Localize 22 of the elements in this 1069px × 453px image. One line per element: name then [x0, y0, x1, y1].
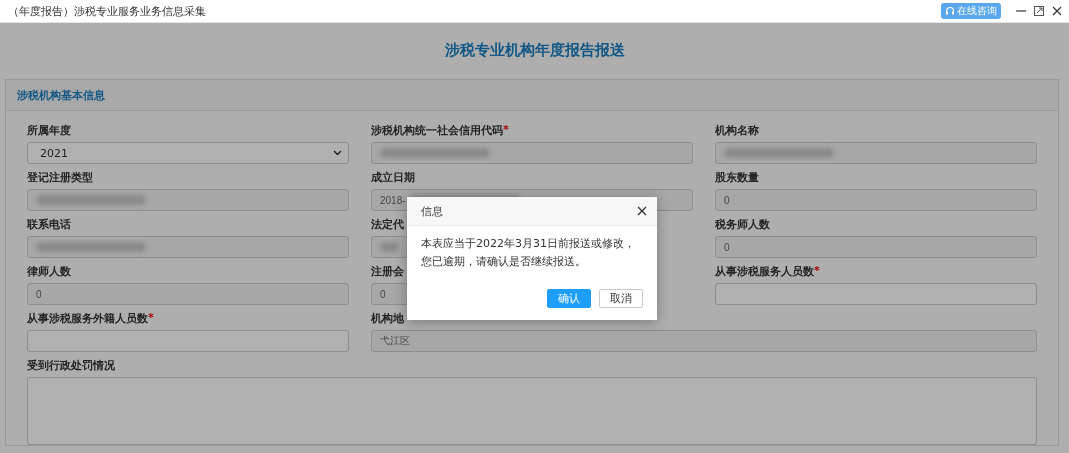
field-label: 律师人数 [27, 264, 71, 279]
panel-title: 涉税机构基本信息 [17, 87, 105, 103]
required-mark: * [503, 123, 509, 138]
field-label: 成立日期 [371, 170, 415, 185]
field-label: 联系电话 [27, 217, 71, 232]
field-label: 注册会 [371, 264, 404, 279]
dialog-message: 本表应当于2022年3月31日前报送或修改，您已逾期，请确认是否继续报送。 [420, 236, 636, 270]
field-label: 股东数量 [715, 170, 759, 185]
window-title: （年度报告）涉税专业服务业务信息采集 [8, 3, 207, 19]
field-label: 税务师人数 [715, 217, 770, 232]
field-label: 机构地 [371, 311, 404, 326]
field-label: 所属年度 [27, 123, 71, 138]
field-label: 机构名称 [715, 123, 759, 138]
field-label: 从事涉税服务人员数 [715, 264, 814, 279]
field-label: 受到行政处罚情况 [27, 358, 115, 373]
field-label: 登记注册类型 [27, 170, 93, 185]
field-label: 从事涉税服务外籍人员数 [27, 311, 148, 326]
required-mark: * [814, 264, 820, 279]
required-mark: * [148, 311, 154, 326]
page-heading: 涉税专业机构年度报告报送 [443, 40, 626, 61]
field-label: 法定代 [371, 217, 404, 232]
field-label: 涉税机构统一社会信用代码 [371, 123, 503, 138]
